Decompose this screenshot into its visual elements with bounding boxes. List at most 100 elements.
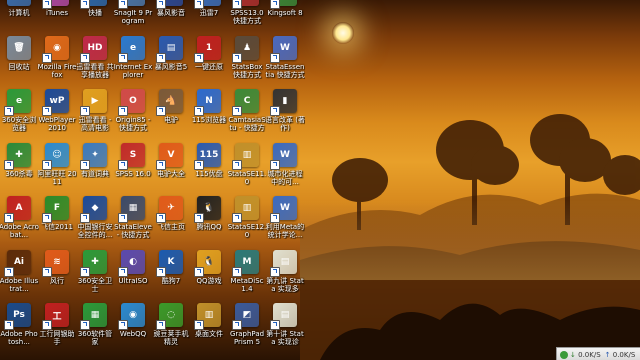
desktop-icon[interactable]: Ai Adobe Illustrat... — [0, 249, 38, 304]
shortcut-arrow-icon — [80, 320, 90, 330]
desktop-icon[interactable]: ▥ 桌面文件 — [190, 303, 228, 357]
desktop-icon[interactable]: ≋ 风行 — [38, 249, 76, 304]
desktop-icon[interactable]: 🐧 QQ游戏 — [190, 249, 228, 304]
icon-glyph: 🗑 — [13, 42, 25, 53]
icon-glyph: 工 — [52, 311, 62, 322]
desktop-icon[interactable]: ◉ Mozilla Firefox — [38, 35, 76, 90]
shortcut-arrow-icon — [80, 213, 90, 223]
desktop-icon[interactable]: ◆ 中国银行安全控件的... — [76, 196, 114, 250]
desktop-icon[interactable]: V 电驴大全 — [152, 142, 190, 197]
desktop-icon[interactable]: e Internet Explorer — [113, 35, 153, 90]
desktop-icon[interactable]: ◉ WebQQ — [114, 303, 152, 357]
desktop[interactable]: ▣计算机♪iTunes▶快播SSnagIt 9 Program◎暴风影音⚡迅雷7… — [0, 0, 640, 360]
desktop-icon[interactable]: ⚡迅雷7 — [190, 0, 228, 36]
desktop-icon-label: 腾讯QQ — [196, 223, 222, 231]
donkey-icon: 🐴 — [156, 89, 183, 116]
wandoujia-icon: ◌ — [156, 303, 183, 330]
desktop-icon[interactable]: e 360安全浏览器 — [0, 89, 38, 143]
upload-speed: 0.0K/S — [612, 350, 636, 359]
desktop-icon[interactable]: ✦ 有道词典 — [76, 142, 114, 197]
desktop-icon[interactable]: 🐴 电驴 — [152, 89, 190, 143]
desktop-icon[interactable]: A Adobe Acrobat... — [0, 196, 39, 250]
desktop-icon[interactable]: W 利用Meta的统计学论... — [266, 196, 304, 250]
icon-glyph: F — [53, 203, 61, 213]
fetion-icon: F — [42, 196, 69, 223]
desktop-icon[interactable]: ✚ 360安全卫士 — [76, 249, 114, 304]
shortcut-arrow-icon — [232, 106, 242, 116]
desktop-icon-label: 第九讲 Stata 实现多元... — [266, 276, 304, 293]
desktop-icon[interactable]: ▶快播 — [76, 0, 114, 36]
shortcut-arrow-icon — [42, 213, 52, 223]
desktop-icon[interactable]: ▣ 计算机 — [0, 0, 38, 36]
desktop-icon[interactable]: 1 一键还原 — [190, 35, 228, 90]
shortcut-arrow-icon — [232, 213, 242, 223]
desktop-icon[interactable]: ✚ 360杀毒 — [0, 142, 38, 197]
desktop-icon[interactable]: ♪iTunes — [38, 0, 76, 36]
desktop-icon[interactable]: SSPSS13.0 快捷方式 — [228, 0, 266, 36]
icon-glyph: ◌ — [167, 310, 175, 320]
qq-icon: 🐧 — [194, 196, 221, 223]
ultraiso-icon: ◐ — [118, 249, 145, 277]
desktop-icon-label: MetaDiSc 1.4 — [230, 276, 264, 293]
desktop-icon[interactable]: ▤ 暴风影音5 — [152, 35, 190, 90]
desktop-icon-label: WebQQ — [119, 330, 147, 338]
icon-glyph: ▥ — [204, 310, 214, 320]
desktop-icon[interactable]: O Origin85 - 快捷方式 — [114, 89, 152, 143]
desktop-icon-label: iTunes — [46, 9, 68, 17]
desktop-icon[interactable]: wP WebPlayer 2010 — [38, 89, 76, 143]
desktop-icon[interactable]: M MetaDiSc 1.4 — [228, 249, 266, 304]
desktop-icon[interactable]: N 115浏览器 — [190, 89, 228, 143]
shortcut-arrow-icon — [42, 52, 52, 63]
desktop-icon-label: Internet Explorer — [113, 62, 153, 79]
desktop-icon[interactable]: ▥ StataSE12.0 — [228, 196, 266, 250]
desktop-icon[interactable]: W 城市化进程中的可... — [266, 142, 304, 197]
desktop-icon[interactable]: KKingsoft 8 — [266, 0, 304, 36]
desktop-icon[interactable]: ▤ 第九讲 Stata 实现多元... — [266, 249, 304, 304]
desktop-icon[interactable]: 115 115优盘 — [190, 142, 228, 197]
desktop-icon[interactable]: ▦ 360软件管家 — [76, 303, 114, 357]
desktop-icon[interactable]: Ps Adobe Photosh... — [0, 303, 38, 357]
desktop-icon[interactable]: SSnagIt 9 Program — [114, 0, 152, 36]
desktop-icon[interactable]: 🐧 腾讯QQ — [190, 196, 228, 250]
desktop-icon[interactable]: S SPSS 16.0 — [114, 142, 152, 197]
icon-glyph: ◉ — [129, 310, 137, 320]
ie-icon: e — [118, 35, 145, 63]
desktop-icon[interactable]: ♟ StatsBox 快捷方式 — [228, 35, 266, 90]
hd-player-icon: HD — [80, 35, 107, 63]
icon-glyph: S — [129, 149, 137, 160]
word-doc2-icon: W — [270, 142, 297, 170]
desktop-icon[interactable]: ▦ StataEleve - 快捷方式 — [114, 196, 152, 250]
desktop-icon[interactable]: ◌ 豌豆荚手机精灵 — [152, 303, 190, 357]
desktop-icon-label: 迅雷看看 共享播放器 — [76, 62, 114, 79]
shortcut-arrow-icon — [270, 213, 280, 223]
desktop-icon[interactable]: ◩ GraphPad Prism 5 — [228, 303, 266, 357]
desktop-icon-label: QQ游戏 — [196, 276, 222, 285]
desktop-icon[interactable]: F 飞信2011 — [38, 196, 76, 250]
desktop-icon[interactable]: 🗑 回收站 — [0, 35, 38, 90]
shortcut-arrow-icon — [42, 159, 52, 170]
shortcut-arrow-icon — [4, 159, 14, 170]
icon-glyph: e — [15, 96, 23, 106]
desktop-icon-label: StatsBox 快捷方式 — [231, 62, 263, 79]
desktop-icon[interactable]: C CamtasiaStu - 快捷方式 — [228, 89, 266, 143]
desktop-icon[interactable]: ▤ 第十讲 Stata 实现诊断... — [266, 303, 304, 357]
desktop-icon[interactable]: ✈ 飞信主页 — [152, 196, 190, 250]
desktop-icon-label: SPSS13.0 快捷方式 — [230, 9, 264, 25]
desktop-icon[interactable]: W StataEssentia 快捷方式 — [265, 35, 305, 90]
qq-game-icon: 🐧 — [194, 249, 221, 277]
desktop-icon[interactable]: ▥ StataSE11.0 — [228, 142, 266, 197]
desktop-icon[interactable]: ☺ 阿里旺旺 2011 — [37, 142, 77, 197]
desktop-icon[interactable]: ◐ UltraISO — [114, 249, 152, 304]
desktop-icon[interactable]: ◎暴风影音 — [152, 0, 190, 36]
desktop-icon[interactable]: HD 迅雷看看 共享播放器 — [76, 35, 114, 90]
network-speed-tray[interactable]: ↓ 0.0K/S ↑ 0.0K/S — [556, 347, 640, 360]
icon-glyph: ◆ — [91, 203, 99, 213]
icon-glyph: ✈ — [167, 203, 175, 213]
desktop-icon[interactable]: 工工行网银助手 — [38, 303, 76, 357]
desktop-icon[interactable]: ▶ 迅雷看看 - 高清电影 — [76, 89, 114, 143]
icon-glyph: ☺ — [52, 149, 62, 160]
desktop-icon[interactable]: ▮ 语言改革 (著作) — [265, 89, 305, 143]
shortcut-arrow-icon — [194, 0, 204, 9]
desktop-icon[interactable]: K 酷狗7 — [152, 249, 190, 304]
folder-stata12-icon: ▥ — [232, 196, 259, 223]
